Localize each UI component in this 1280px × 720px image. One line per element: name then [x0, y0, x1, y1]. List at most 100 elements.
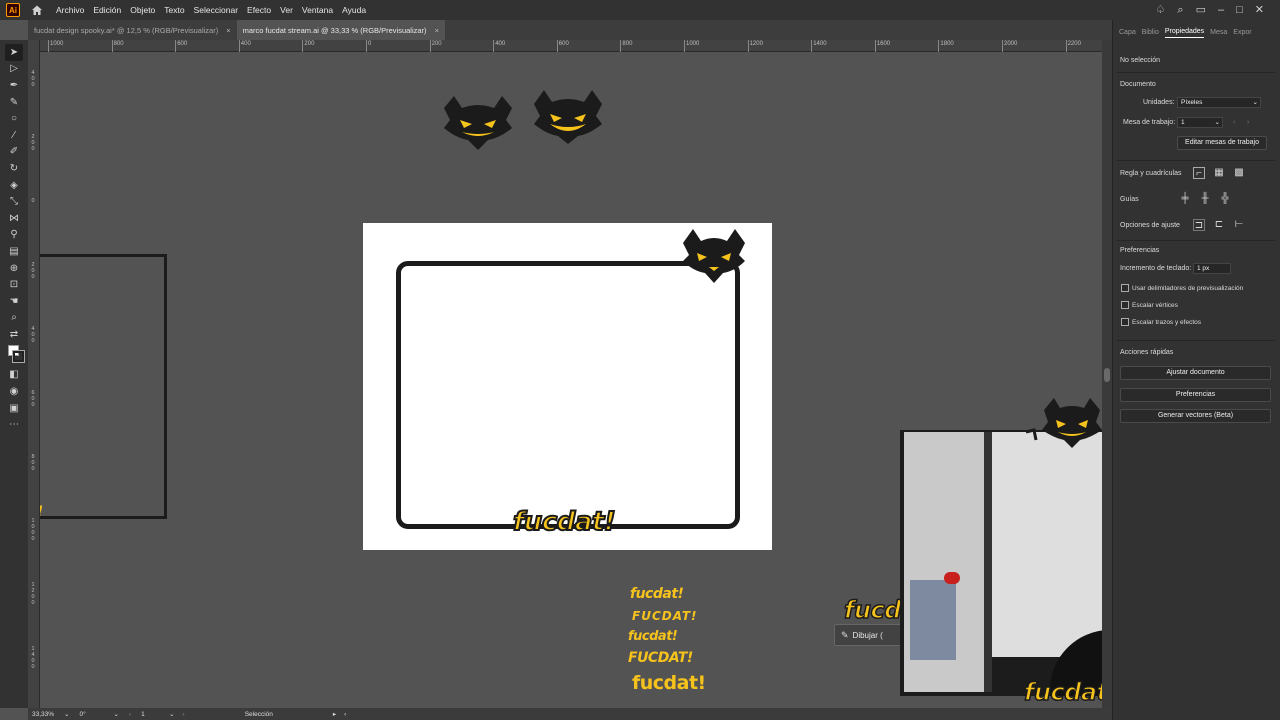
scale-corners-label: Escalar vértices: [1132, 302, 1178, 309]
prev-artboard-icon[interactable]: ‹: [1233, 119, 1235, 126]
canvas[interactable]: ! fucdat! fucdat! FUCDAT! fucdat! FUCDAT…: [40, 52, 1102, 708]
snap-point-icon[interactable]: ⊐: [1193, 219, 1205, 231]
cat-head-icon[interactable]: [440, 94, 516, 150]
tab-capas[interactable]: Capa: [1119, 29, 1136, 38]
fit-document-button[interactable]: Ajustar documento: [1120, 366, 1271, 380]
artboard-tool-icon[interactable]: ⊡: [5, 276, 23, 293]
scale-corners-checkbox[interactable]: [1121, 301, 1129, 309]
curvature-tool-icon[interactable]: ✎: [5, 94, 23, 111]
preview-bounds-checkbox[interactable]: [1121, 284, 1129, 292]
grid-icon[interactable]: ▦: [1213, 167, 1225, 179]
menu-seleccionar[interactable]: Seleccionar: [194, 5, 238, 15]
tab-propiedades[interactable]: Propiedades: [1164, 28, 1205, 38]
vertical-scrollbar[interactable]: [1102, 40, 1112, 708]
selection-tool-icon[interactable]: ➤: [5, 44, 23, 61]
artboard[interactable]: fucdat!: [363, 223, 772, 550]
pen-tool-icon[interactable]: ✒: [5, 77, 23, 94]
hand-tool-icon[interactable]: ☚: [5, 293, 23, 310]
width-tool-icon[interactable]: ⋈: [5, 210, 23, 227]
show-guides-icon[interactable]: ╪: [1179, 193, 1191, 205]
partial-frame[interactable]: [40, 254, 167, 519]
tab-fucdat-design[interactable]: fucdat design spooky.ai* @ 12,5 % (RGB/P…: [28, 20, 237, 40]
prev-artboard-icon[interactable]: ‹: [129, 711, 131, 718]
chevron-down-icon[interactable]: ⌄: [64, 710, 69, 718]
ruler-label: 400: [31, 70, 35, 88]
stream-frame[interactable]: [396, 261, 740, 529]
minimize-icon[interactable]: –: [1218, 3, 1224, 17]
close-icon[interactable]: ✕: [1255, 3, 1264, 17]
ruler-tick: [429, 40, 431, 52]
generate-vectors-button[interactable]: Generar vectores (Beta): [1120, 409, 1271, 423]
paintbrush-tool-icon[interactable]: ⁄: [5, 127, 23, 144]
menu-archivo[interactable]: Archivo: [56, 5, 84, 15]
cat-head-icon[interactable]: [530, 90, 606, 146]
gradient-tool-icon[interactable]: ▤: [5, 243, 23, 260]
color-mode-icon[interactable]: ◧: [5, 367, 23, 384]
tool-mode-label: Selección: [244, 710, 273, 718]
direct-selection-tool-icon[interactable]: ▷: [5, 61, 23, 78]
menu-objeto[interactable]: Objeto: [130, 5, 155, 15]
snap-grid-icon[interactable]: ⊏: [1213, 219, 1225, 231]
zoom-level[interactable]: 33,33%: [32, 711, 60, 718]
ruler-label: 1400: [31, 646, 35, 670]
logo-variant[interactable]: FUCDAT!: [628, 650, 693, 666]
artboard-number[interactable]: 1: [141, 711, 165, 718]
zoom-tool-icon[interactable]: ⌕: [5, 310, 23, 327]
ruler-label: 1200: [749, 41, 763, 47]
edit-artboards-button[interactable]: Editar mesas de trabajo: [1177, 136, 1267, 150]
eyedropper-tool-icon[interactable]: ⚲: [5, 227, 23, 244]
scroll-thumb[interactable]: [1104, 368, 1110, 382]
snap-pixel-icon[interactable]: ⊢: [1233, 219, 1245, 231]
draw-mode-icon[interactable]: ◉: [5, 383, 23, 400]
logo-variant[interactable]: FUCDAT!: [632, 609, 698, 623]
preferences-button[interactable]: Preferencias: [1120, 388, 1271, 402]
maximize-icon[interactable]: □: [1236, 3, 1243, 17]
menu-texto[interactable]: Texto: [164, 5, 184, 15]
ruler-grid-label: Regla y cuadrículas: [1120, 170, 1182, 177]
logo-variant[interactable]: fucdat!: [628, 629, 678, 644]
menu-ayuda[interactable]: Ayuda: [342, 5, 366, 15]
rotate-tool-icon[interactable]: ↻: [5, 160, 23, 177]
draw-mode-tooltip[interactable]: ✎ Dibujar (: [834, 624, 906, 646]
menu-ventana[interactable]: Ventana: [302, 5, 333, 15]
smart-guides-icon[interactable]: ╬: [1219, 193, 1231, 205]
search-icon[interactable]: ⌕: [1177, 3, 1183, 17]
tab-marco-fucdat[interactable]: marco fucdat stream.ai @ 33,33 % (RGB/Pr…: [236, 20, 445, 40]
ellipse-tool-icon[interactable]: ○: [5, 110, 23, 127]
more-tools-icon[interactable]: ⋯: [5, 416, 23, 433]
arrange-icon[interactable]: ▭: [1196, 3, 1206, 17]
scale-strokes-checkbox[interactable]: [1121, 318, 1129, 326]
fill-stroke-swatches[interactable]: [5, 343, 25, 367]
close-tab-icon[interactable]: ×: [435, 26, 439, 35]
swap-colors-icon[interactable]: ⇄: [5, 326, 23, 343]
lock-guides-icon[interactable]: ╫: [1199, 193, 1211, 205]
units-select[interactable]: Píxeles ⌄: [1177, 97, 1261, 108]
screen-mode-icon[interactable]: ▣: [5, 400, 23, 417]
artboard-select[interactable]: 1 ⌄: [1177, 117, 1223, 128]
menu-ver[interactable]: Ver: [280, 5, 293, 15]
tab-bibliotecas[interactable]: Biblio: [1142, 29, 1159, 38]
keyboard-increment-input[interactable]: 1 px: [1193, 263, 1231, 274]
rotation-value[interactable]: 0°: [79, 711, 109, 718]
shape-builder-tool-icon[interactable]: ⊕: [5, 260, 23, 277]
menu-edicion[interactable]: Edición: [93, 5, 121, 15]
close-tab-icon[interactable]: ×: [226, 26, 230, 35]
next-artboard-icon[interactable]: ›: [1247, 119, 1249, 126]
shaper-tool-icon[interactable]: ✐: [5, 144, 23, 161]
logo-variant[interactable]: fucdat!: [630, 586, 684, 602]
tab-mesas[interactable]: Mesa: [1210, 29, 1227, 38]
menu-efecto[interactable]: Efecto: [247, 5, 271, 15]
logo-variant[interactable]: fucdat!: [632, 672, 706, 694]
scroll-left-icon[interactable]: ‹: [344, 711, 346, 718]
tab-exportar[interactable]: Expor: [1233, 29, 1251, 38]
pixel-grid-icon[interactable]: ▩: [1233, 167, 1245, 179]
next-artboard-icon[interactable]: ›: [183, 711, 185, 718]
ruler-icon[interactable]: ⌐: [1193, 167, 1205, 179]
play-icon[interactable]: ▸: [333, 710, 336, 718]
lightbulb-icon[interactable]: ♤: [1156, 3, 1166, 17]
scale-tool-icon[interactable]: ⤡: [5, 193, 23, 210]
chevron-down-icon[interactable]: ⌄: [169, 710, 174, 718]
chevron-down-icon[interactable]: ⌄: [113, 710, 118, 718]
eraser-tool-icon[interactable]: ◈: [5, 177, 23, 194]
home-icon[interactable]: [30, 3, 44, 17]
